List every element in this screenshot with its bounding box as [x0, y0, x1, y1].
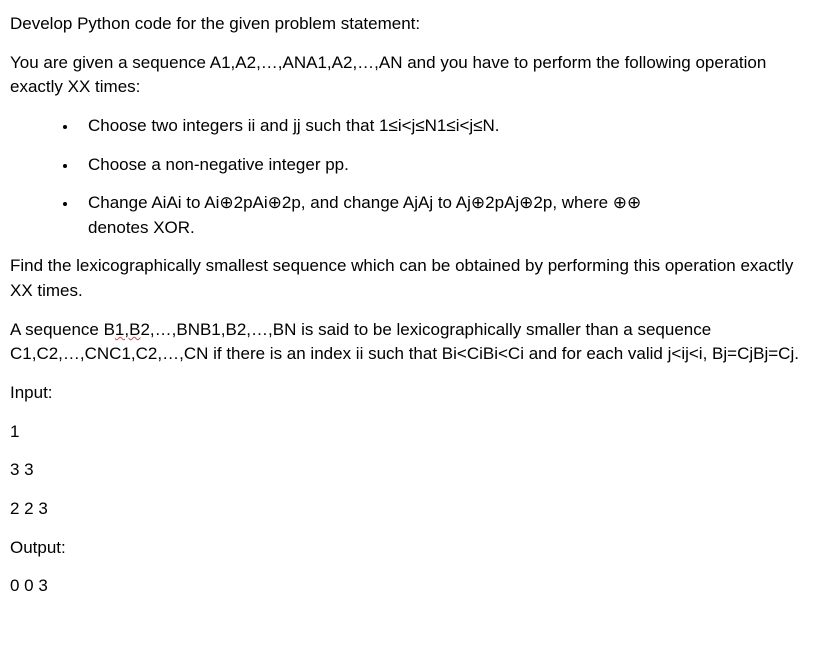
- operations-list: Choose two integers ii and jj such that …: [10, 114, 812, 241]
- problem-title: Develop Python code for the given proble…: [10, 12, 812, 37]
- input-label: Input:: [10, 381, 812, 406]
- wavy-text: 1,B: [115, 320, 141, 339]
- list-item: Change AiAi to Ai⊕2pAi⊕2p, and change Aj…: [78, 191, 812, 240]
- text: such that 1≤i<j≤N1≤i<j≤N.: [301, 116, 500, 135]
- output-line: 0 0 3: [10, 574, 812, 599]
- lexicographic-definition: A sequence B1,B2,…,BNB1,B2,…,BN is said …: [10, 318, 812, 367]
- text: Choose a non-negative integer pp.: [88, 155, 349, 174]
- list-item: Choose two integers ii and jj such that …: [78, 114, 812, 139]
- text: Change AiAi to Ai⊕2pAi⊕2p, and change Aj…: [88, 193, 641, 237]
- list-item: Choose a non-negative integer pp.: [78, 153, 812, 178]
- text: A sequence B: [10, 320, 115, 339]
- input-line: 1: [10, 420, 812, 445]
- output-label: Output:: [10, 536, 812, 561]
- problem-statement: You are given a sequence A1,A2,…,ANA1,A2…: [10, 51, 812, 100]
- input-line: 3 3: [10, 458, 812, 483]
- input-line: 2 2 3: [10, 497, 812, 522]
- wavy-text: jj: [293, 116, 301, 135]
- followup-text: Find the lexicographically smallest sequ…: [10, 254, 812, 303]
- text: Choose two integers ii and: [88, 116, 293, 135]
